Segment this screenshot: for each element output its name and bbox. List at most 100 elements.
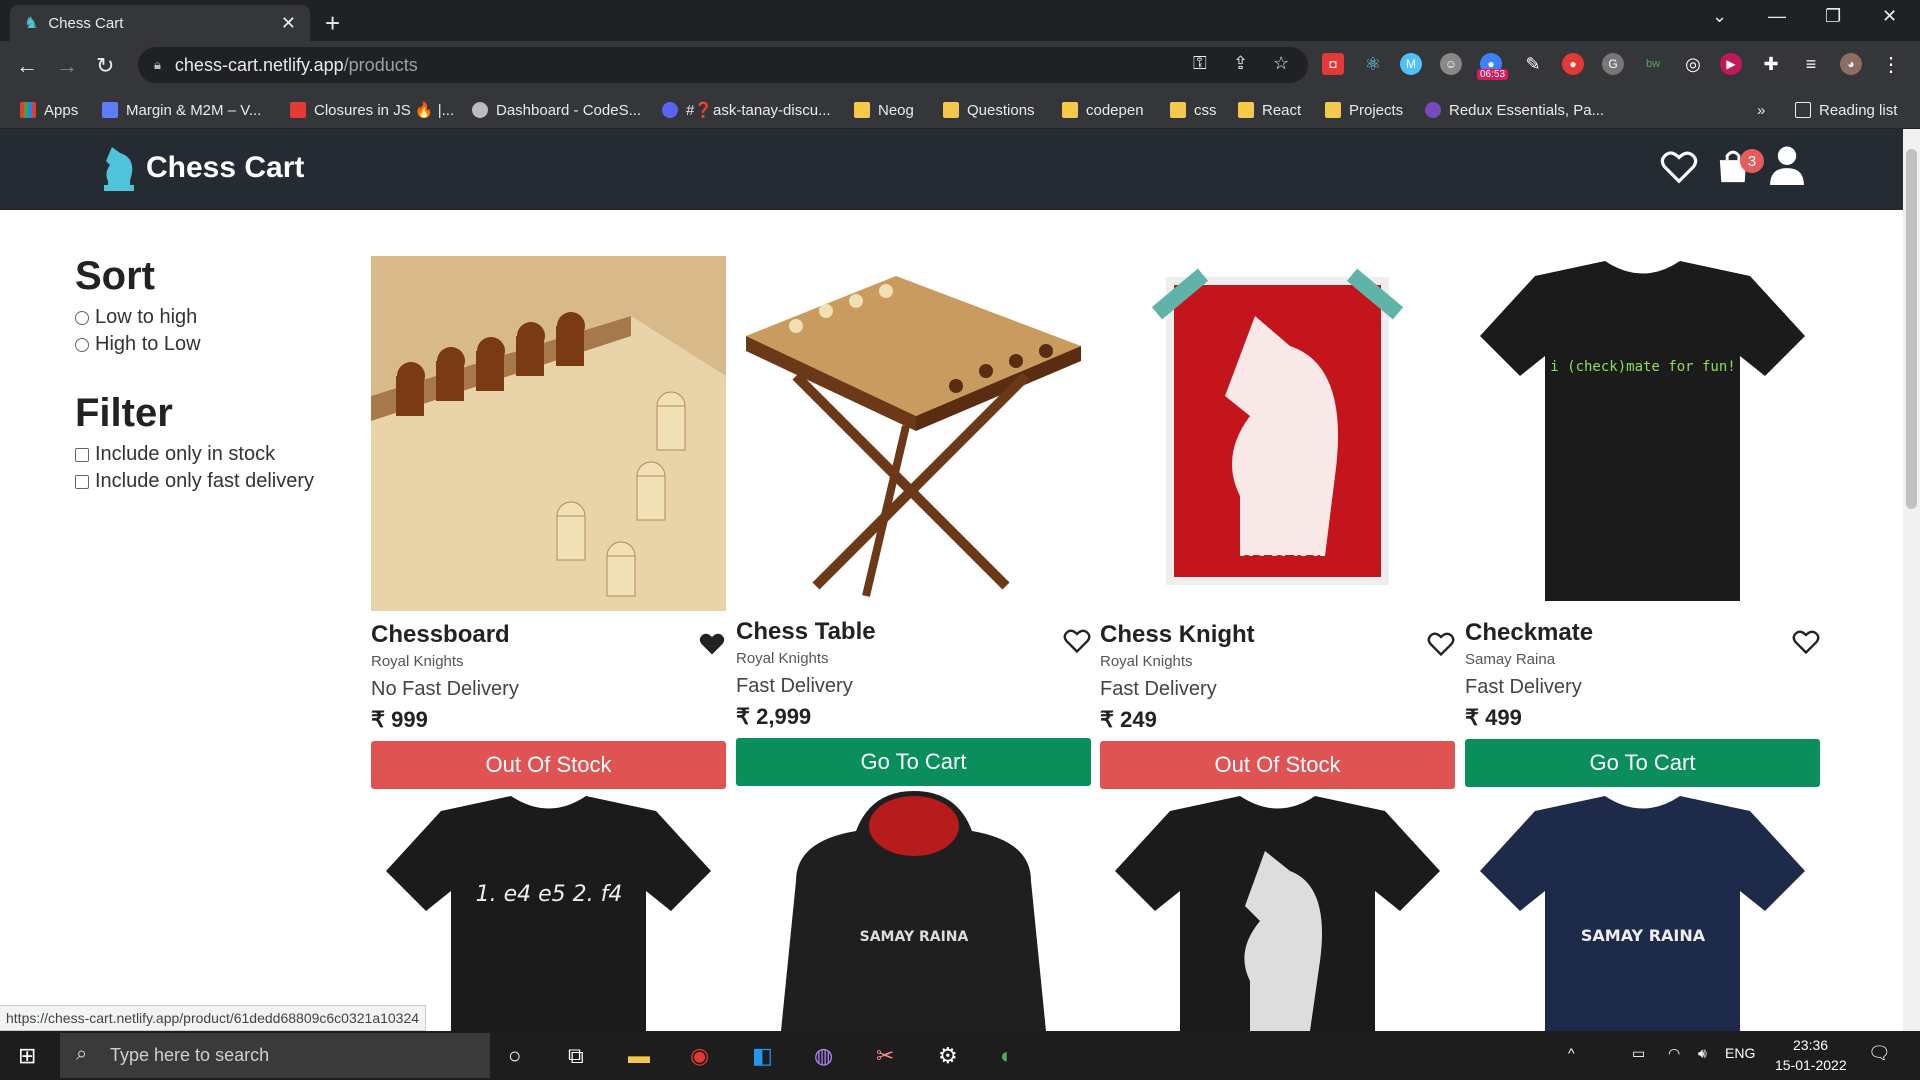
radio-button[interactable] [75, 337, 89, 352]
product-card[interactable]: Chess Table Royal Knights Fast Delivery … [736, 256, 1091, 786]
reload-icon[interactable]: ↻ [96, 53, 114, 79]
extensions-puzzle-icon[interactable]: ✚ [1760, 53, 1782, 75]
product-card-image-partial[interactable] [1100, 791, 1455, 1031]
scrollbar-thumb[interactable] [1906, 149, 1917, 509]
more-bookmarks-button[interactable]: » [1757, 91, 1765, 129]
restore-button[interactable]: ❐ [1825, 6, 1841, 27]
go-to-cart-button[interactable]: Go To Cart [1465, 739, 1820, 787]
bookmark-apps[interactable]: Apps [20, 91, 78, 129]
product-card-image-partial[interactable]: 1. e4 e5 2. f4 [371, 791, 726, 1031]
product-card-image-partial[interactable]: SAMAY RAINA [1465, 791, 1820, 1031]
wifi-icon[interactable]: ◠ [1668, 1045, 1680, 1062]
cortana-circle-icon[interactable]: ○ [508, 1043, 521, 1069]
sort-high-to-low-option[interactable]: High to Low [75, 333, 201, 356]
bookmark-star-icon[interactable]: ☆ [1273, 53, 1289, 74]
bookmark-folder[interactable]: Projects [1325, 91, 1403, 129]
browser-tab[interactable]: ♞ Chess Cart ✕ [10, 5, 310, 41]
checkmate-tshirt-product-image[interactable]: i (check)mate for fun! [1465, 256, 1820, 609]
checkbox[interactable] [75, 447, 89, 462]
file-explorer-icon[interactable]: ▬ [628, 1043, 650, 1069]
bookmark-folder[interactable]: css [1170, 91, 1217, 129]
tab-search-chevron-icon[interactable]: ⌄ [1712, 6, 1727, 27]
bookmark-folder[interactable]: Neog [854, 91, 914, 129]
key-icon[interactable]: ⚿ [1193, 53, 1207, 74]
bookmark-item[interactable]: Dashboard - CodeS... [472, 91, 641, 129]
product-name[interactable]: Chess Table [736, 618, 1091, 646]
forward-arrow-icon[interactable]: → [56, 53, 78, 79]
bookmark-folder[interactable]: Questions [943, 91, 1035, 129]
profile-avatar[interactable]: ◕ [1840, 53, 1862, 75]
checkbox[interactable] [75, 474, 89, 489]
grammarly-extension-icon[interactable]: G [1602, 53, 1624, 75]
product-card[interactable]: RESPECTABLE Chess Knight Royal Knights F… [1100, 256, 1455, 789]
product-name[interactable]: Checkmate [1465, 619, 1820, 647]
page-scrollbar[interactable] [1903, 129, 1920, 1031]
brand-logo[interactable]: Chess Cart [100, 143, 304, 193]
back-arrow-icon[interactable]: ← [16, 53, 38, 79]
share-icon[interactable]: ⇪ [1233, 53, 1248, 74]
pocket-extension-icon[interactable]: ◘ [1322, 53, 1344, 75]
new-tab-button[interactable]: + [325, 8, 340, 39]
product-card[interactable]: i (check)mate for fun! Checkmate Samay R… [1465, 256, 1820, 787]
filter-heading: Filter [75, 391, 173, 435]
clock-date[interactable]: 15-01-2022 [1775, 1057, 1847, 1073]
snipping-tool-icon[interactable]: ✂ [876, 1043, 894, 1069]
chessboard-product-image[interactable] [371, 256, 726, 611]
product-card-image-partial[interactable]: SAMAY RAINA [736, 791, 1091, 1031]
mongodb-compass-icon[interactable]: ◐ [1000, 1043, 1013, 1069]
close-window-button[interactable]: ✕ [1882, 6, 1897, 27]
face-extension-icon[interactable]: ☺ [1440, 53, 1462, 75]
sort-low-to-high-option[interactable]: Low to high [75, 306, 197, 329]
minimize-button[interactable]: — [1768, 6, 1786, 27]
notification-center-icon[interactable]: 🗨︎ [1868, 1043, 1891, 1064]
battery-icon[interactable]: ▭ [1632, 1045, 1645, 1062]
play-extension-icon[interactable]: ▶ [1720, 53, 1742, 75]
go-to-cart-button[interactable]: Go To Cart [736, 738, 1091, 786]
product-name[interactable]: Chessboard [371, 621, 726, 649]
wishlist-heart-outline-icon[interactable] [1792, 629, 1820, 655]
media-control-icon[interactable]: ≡ [1800, 53, 1822, 75]
wishlist-heart-outline-icon[interactable] [1063, 628, 1091, 654]
record-extension-icon[interactable]: ● [1562, 53, 1584, 75]
in-stock-filter-option[interactable]: Include only in stock [75, 443, 275, 466]
taskbar-search-box[interactable]: ⌕ Type here to search [60, 1033, 490, 1078]
github-desktop-icon[interactable]: ◍ [814, 1043, 833, 1069]
bookmark-item[interactable]: #❓ask-tanay-discu... [662, 91, 831, 129]
chrome-icon[interactable]: ◉ [690, 1043, 709, 1069]
vscode-icon[interactable]: ◧ [752, 1043, 773, 1069]
bookmark-item[interactable]: Margin & M2M – V... [102, 91, 261, 129]
chess-table-product-image[interactable] [736, 256, 1091, 608]
address-bar[interactable]: 🔒︎ chess-cart.netlify.app/products ⚿ ⇪ ☆ [138, 47, 1308, 83]
volume-icon[interactable]: 🔊︎ [1698, 1045, 1707, 1062]
user-profile-icon[interactable] [1768, 145, 1806, 185]
out-of-stock-button[interactable]: Out Of Stock [371, 741, 726, 789]
wishlist-heart-filled-icon[interactable] [698, 631, 726, 657]
radio-button[interactable] [75, 310, 89, 325]
react-devtools-icon[interactable]: ⚛ [1362, 53, 1384, 75]
wishlist-heart-icon[interactable] [1660, 149, 1698, 185]
fast-delivery-filter-option[interactable]: Include only fast delivery [75, 470, 314, 493]
target-extension-icon[interactable]: ◎ [1682, 53, 1704, 75]
bookmark-folder[interactable]: codepen [1062, 91, 1144, 129]
language-indicator[interactable]: ENG [1725, 1045, 1755, 1061]
m-extension-icon[interactable]: M [1400, 53, 1422, 75]
product-card[interactable]: Chessboard Royal Knights No Fast Deliver… [371, 256, 726, 789]
product-name[interactable]: Chess Knight [1100, 621, 1455, 649]
bw-extension-icon[interactable]: bw [1642, 53, 1664, 75]
close-tab-icon[interactable]: ✕ [281, 13, 296, 34]
bookmark-folder[interactable]: React [1238, 91, 1301, 129]
bookmark-item[interactable]: Closures in JS 🔥 |... [290, 91, 454, 129]
chrome-menu-icon[interactable]: ⋮ [1880, 53, 1902, 76]
settings-gear-icon[interactable]: ⚙ [938, 1043, 958, 1069]
task-view-icon[interactable]: ⧉ [568, 1043, 584, 1069]
wishlist-heart-outline-icon[interactable] [1427, 631, 1455, 657]
windows-start-icon[interactable]: ⊞ [18, 1043, 36, 1069]
out-of-stock-button[interactable]: Out Of Stock [1100, 741, 1455, 789]
chess-knight-product-image[interactable]: RESPECTABLE [1100, 256, 1455, 611]
bookmark-item[interactable]: Redux Essentials, Pa... [1425, 91, 1604, 129]
reading-list-button[interactable]: Reading list [1795, 91, 1897, 129]
show-hidden-icons-chevron-icon[interactable]: ^ [1568, 1045, 1575, 1061]
codesignal-icon [472, 102, 488, 118]
pen-extension-icon[interactable]: ✎ [1522, 53, 1544, 75]
clock-time[interactable]: 23:36 [1793, 1037, 1828, 1053]
